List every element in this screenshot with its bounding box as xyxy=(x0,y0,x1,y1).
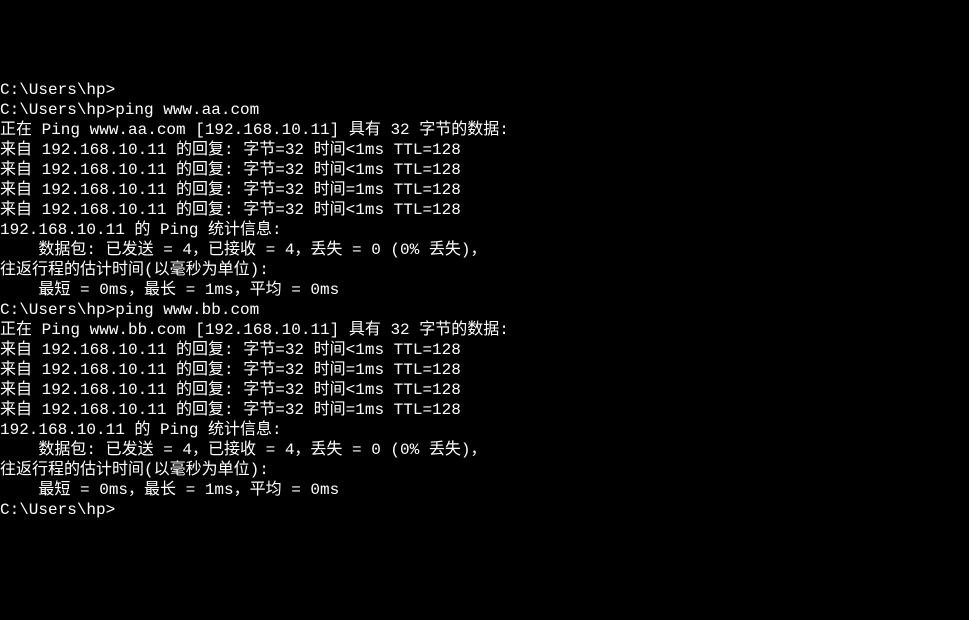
terminal-line: 192.168.10.11 的 Ping 统计信息: xyxy=(0,220,969,240)
terminal-line: 来自 192.168.10.11 的回复: 字节=32 时间=1ms TTL=1… xyxy=(0,360,969,380)
terminal-line: 来自 192.168.10.11 的回复: 字节=32 时间=1ms TTL=1… xyxy=(0,400,969,420)
terminal-line: 数据包: 已发送 = 4，已接收 = 4，丢失 = 0 (0% 丢失)， xyxy=(0,440,969,460)
terminal-line: C:\Users\hp> xyxy=(0,80,969,100)
terminal-line: 来自 192.168.10.11 的回复: 字节=32 时间<1ms TTL=1… xyxy=(0,380,969,400)
terminal-line: 正在 Ping www.aa.com [192.168.10.11] 具有 32… xyxy=(0,120,969,140)
terminal-line: 来自 192.168.10.11 的回复: 字节=32 时间=1ms TTL=1… xyxy=(0,180,969,200)
terminal-line: 数据包: 已发送 = 4，已接收 = 4，丢失 = 0 (0% 丢失)， xyxy=(0,240,969,260)
terminal-line: 往返行程的估计时间(以毫秒为单位): xyxy=(0,260,969,280)
terminal-line: 往返行程的估计时间(以毫秒为单位): xyxy=(0,460,969,480)
terminal-line: C:\Users\hp> xyxy=(0,500,969,520)
terminal-line: 来自 192.168.10.11 的回复: 字节=32 时间<1ms TTL=1… xyxy=(0,140,969,160)
terminal-line: 来自 192.168.10.11 的回复: 字节=32 时间<1ms TTL=1… xyxy=(0,160,969,180)
terminal-line: C:\Users\hp>ping www.aa.com xyxy=(0,100,969,120)
terminal-line: 正在 Ping www.bb.com [192.168.10.11] 具有 32… xyxy=(0,320,969,340)
terminal-line: 来自 192.168.10.11 的回复: 字节=32 时间<1ms TTL=1… xyxy=(0,200,969,220)
terminal-line: C:\Users\hp>ping www.bb.com xyxy=(0,300,969,320)
terminal-line: 最短 = 0ms，最长 = 1ms，平均 = 0ms xyxy=(0,280,969,300)
terminal-line: 192.168.10.11 的 Ping 统计信息: xyxy=(0,420,969,440)
terminal-output[interactable]: C:\Users\hp>C:\Users\hp>ping www.aa.com正… xyxy=(0,80,969,520)
terminal-line: 来自 192.168.10.11 的回复: 字节=32 时间<1ms TTL=1… xyxy=(0,340,969,360)
terminal-line: 最短 = 0ms，最长 = 1ms，平均 = 0ms xyxy=(0,480,969,500)
